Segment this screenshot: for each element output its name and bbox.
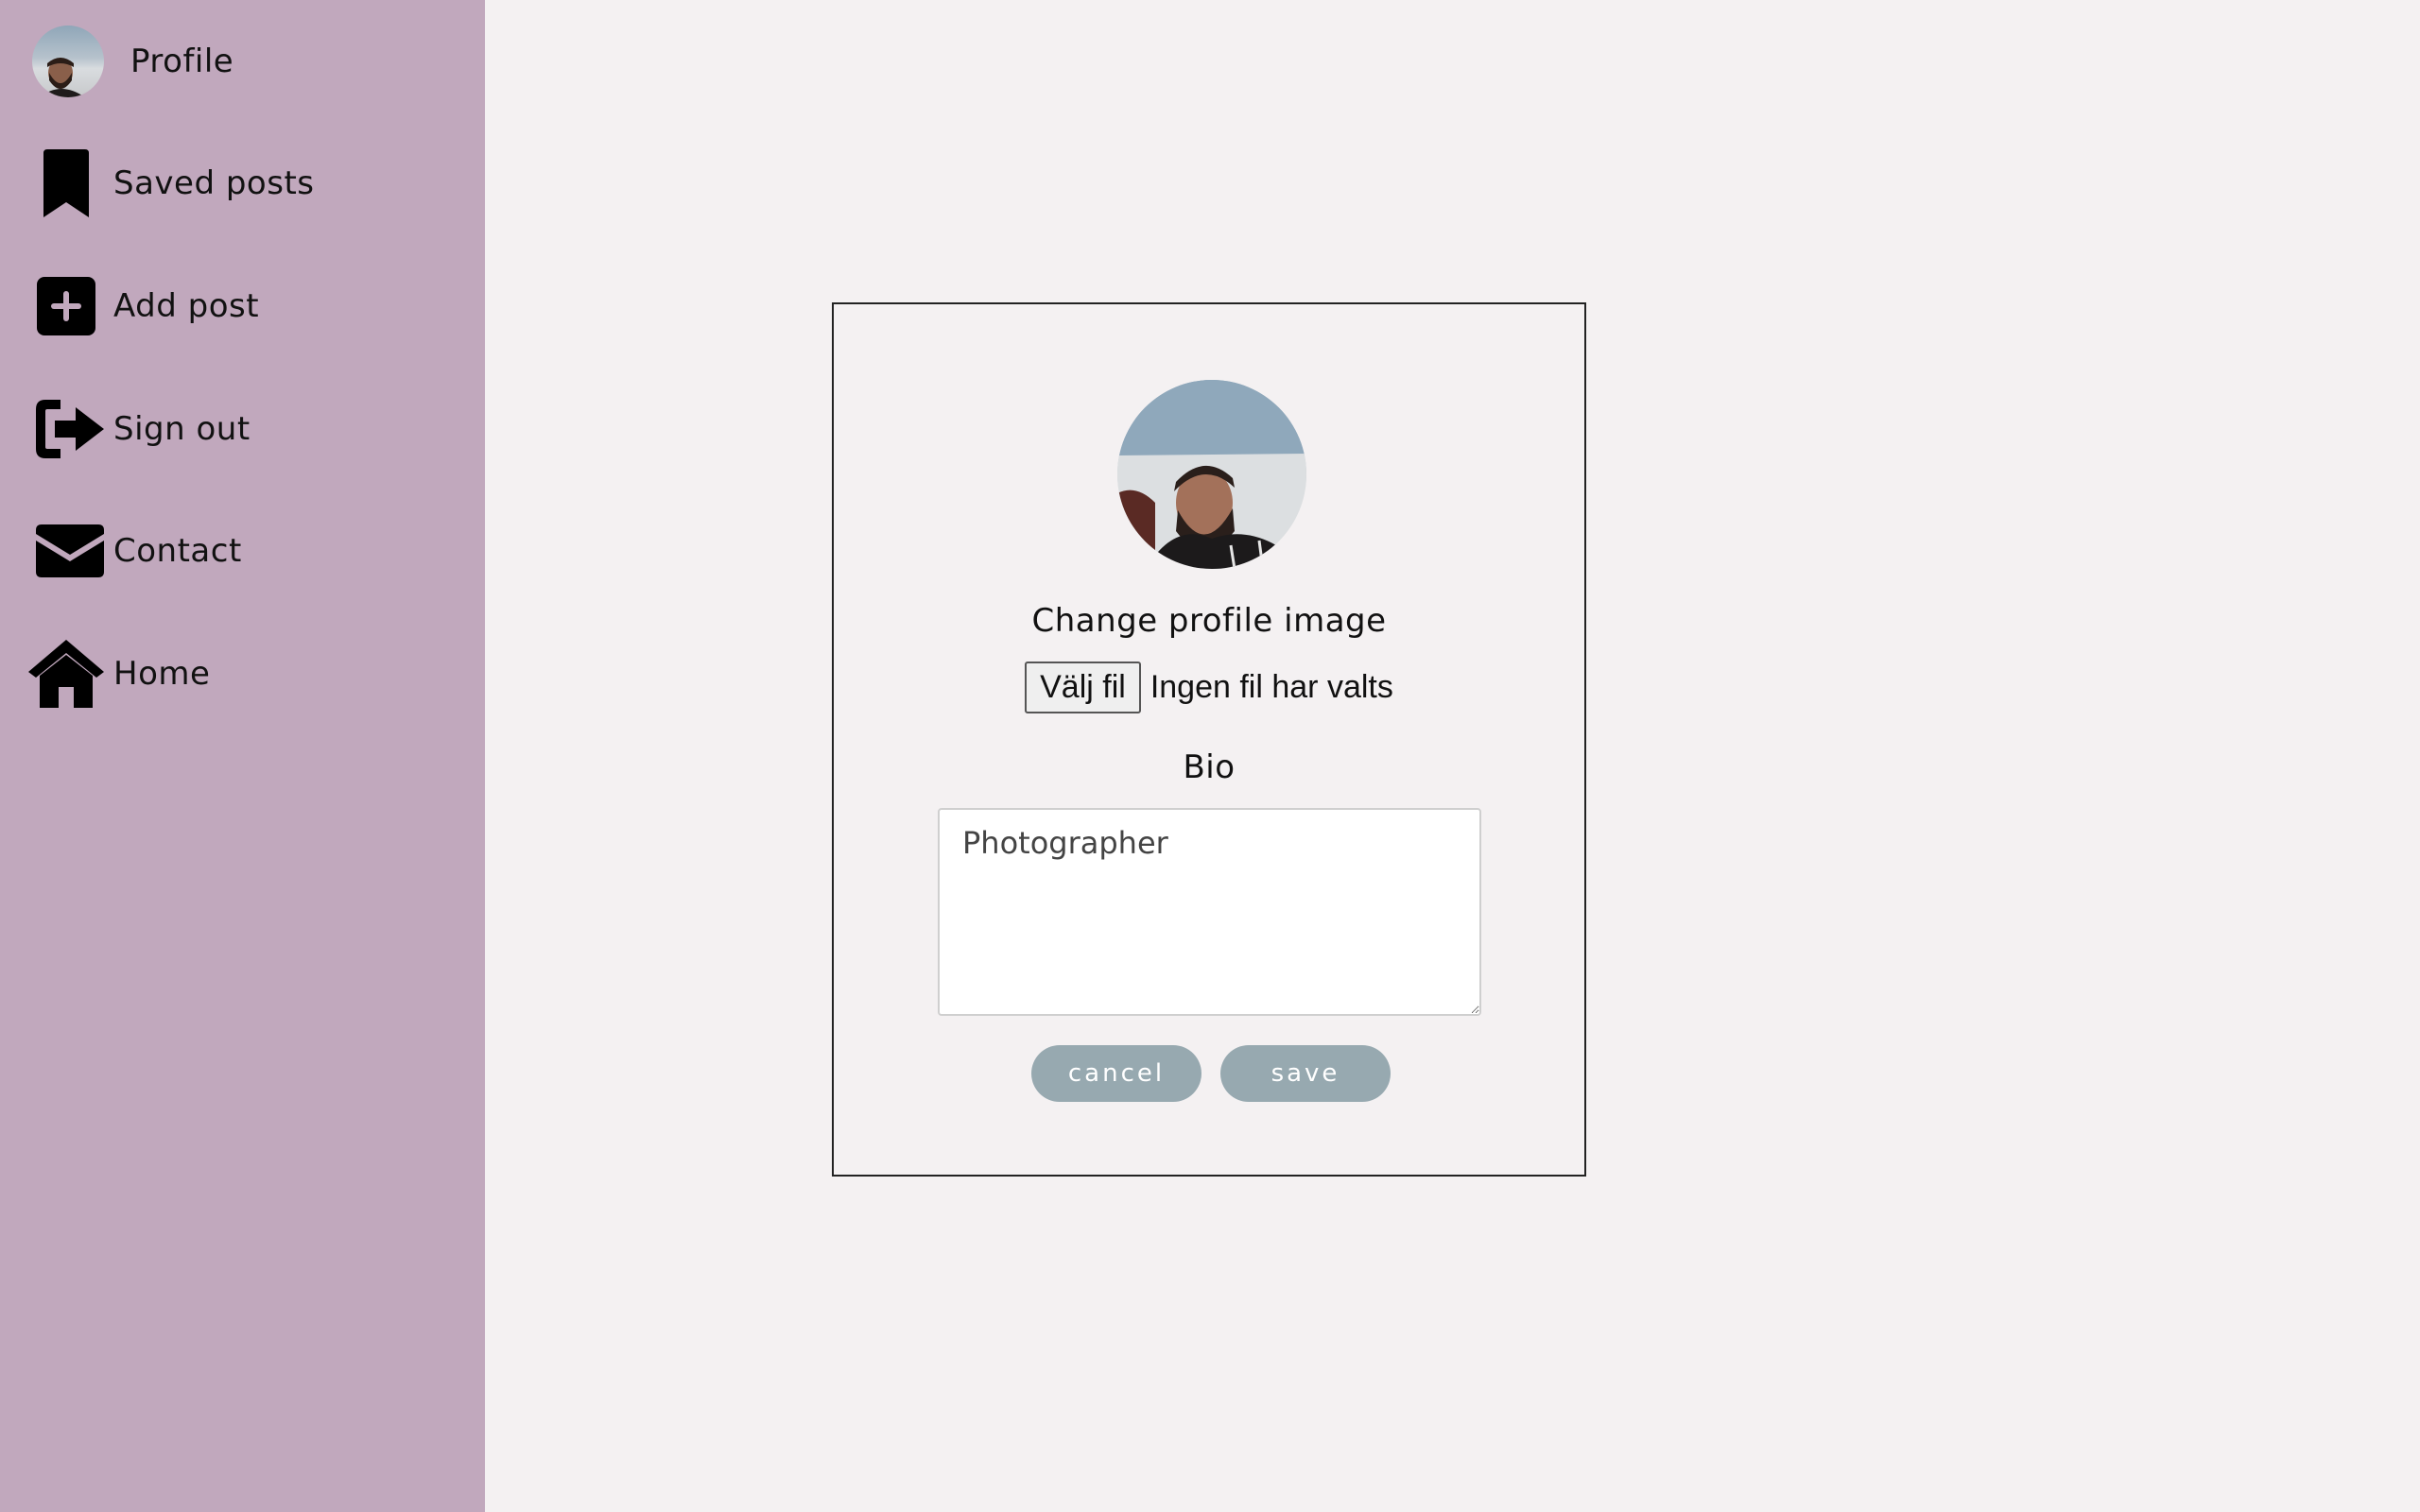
- profile-avatar: [30, 24, 106, 99]
- sign-out-icon: [32, 391, 108, 467]
- sidebar-item-add-post[interactable]: Add post: [0, 264, 485, 349]
- sidebar-item-home[interactable]: Home: [0, 631, 485, 716]
- sidebar-item-label: Sign out: [113, 410, 251, 448]
- home-icon: [28, 636, 104, 712]
- change-image-label: Change profile image: [1031, 602, 1387, 640]
- sidebar-item-sign-out[interactable]: Sign out: [0, 387, 485, 472]
- sidebar-item-profile[interactable]: Profile: [0, 19, 485, 104]
- bookmark-icon: [28, 146, 104, 221]
- cancel-button[interactable]: cancel: [1031, 1045, 1201, 1102]
- file-status-text: Ingen fil har valts: [1150, 669, 1393, 705]
- avatar: [32, 26, 104, 97]
- sidebar-item-label: Contact: [113, 532, 242, 570]
- plus-square-icon: [28, 268, 104, 344]
- sidebar-item-label: Home: [113, 655, 211, 693]
- save-button[interactable]: save: [1220, 1045, 1391, 1102]
- file-input: Välj fil Ingen fil har valts: [834, 662, 1584, 713]
- bio-textarea[interactable]: Photographer: [938, 808, 1481, 1016]
- choose-file-button[interactable]: Välj fil: [1025, 662, 1141, 713]
- sidebar: Profile Saved posts Add post Sign out Co…: [0, 0, 485, 1512]
- edit-profile-panel: Change profile image Välj fil Ingen fil …: [832, 302, 1586, 1177]
- envelope-icon: [32, 513, 108, 589]
- sidebar-item-contact[interactable]: Contact: [0, 508, 485, 593]
- bio-label: Bio: [1183, 748, 1236, 786]
- sidebar-item-label: Add post: [113, 287, 260, 325]
- sidebar-item-saved-posts[interactable]: Saved posts: [0, 141, 485, 226]
- sidebar-item-label: Saved posts: [113, 164, 315, 202]
- profile-image-preview: [1117, 380, 1306, 569]
- sidebar-item-label: Profile: [130, 43, 234, 80]
